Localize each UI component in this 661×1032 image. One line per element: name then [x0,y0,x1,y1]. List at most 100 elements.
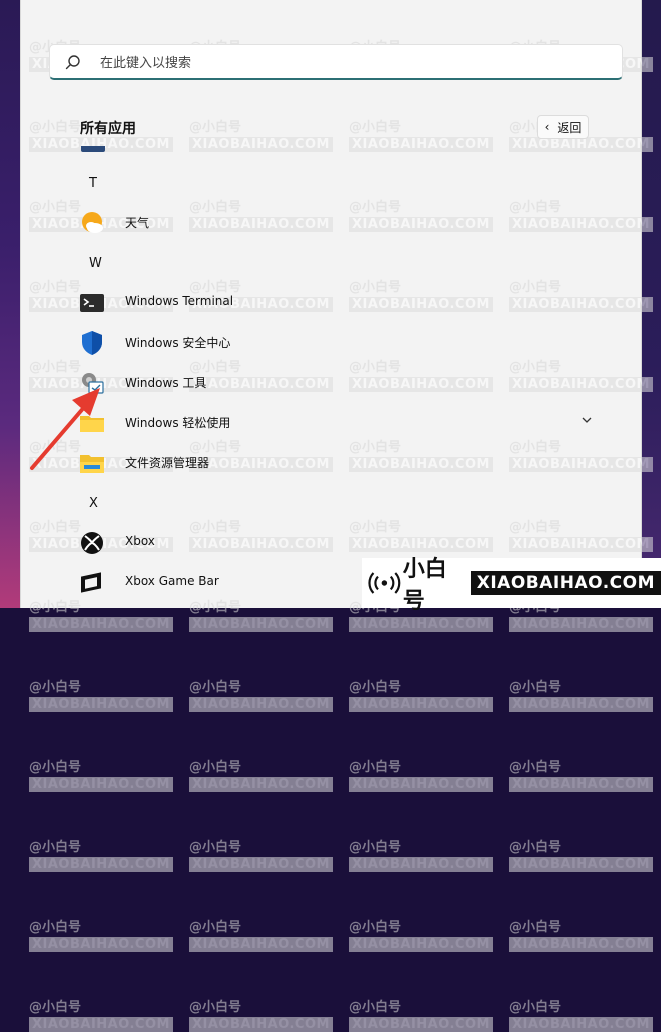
xbox-icon [81,532,103,554]
watermark-line1: @小白号 [509,920,562,935]
watermark-line1: @小白号 [29,920,82,935]
app-label: Windows 轻松使用 [125,416,231,430]
watermark-line2: XIAOBAIHAO.COM [29,777,173,792]
app-label: Xbox Game Bar [125,574,219,588]
partial-app-icon [81,146,105,152]
watermark-line1: @小白号 [349,120,402,135]
watermark-line2: XIAOBAIHAO.COM [189,1017,333,1032]
shield-icon [82,331,102,355]
app-weather[interactable]: 天气 [21,204,641,240]
group-letter-w[interactable]: W [89,256,102,271]
start-menu-panel: @小白号 XIAOBAIHAO.COM @小白号 XIAOBAIHAO.COM @小白号… [20,0,653,1032]
watermark-tile: @小白号 XIAOBAIHAO.COM [349,996,493,1032]
search-input[interactable] [98,51,602,75]
watermark-tile: @小白号 XIAOBAIHAO.COM [189,996,333,1032]
watermark-tile: @小白号 XIAOBAIHAO.COM [509,836,653,872]
chevron-down-icon[interactable] [577,410,597,430]
watermark-line2: XIAOBAIHAO.COM [509,857,653,872]
watermark-tile: @小白号 XIAOBAIHAO.COM [29,836,173,872]
watermark-tile: @小白号 XIAOBAIHAO.COM [349,676,493,712]
watermark-tile: @小白号 XIAOBAIHAO.COM [349,916,493,952]
watermark-line1: @小白号 [29,760,82,775]
group-letter-t[interactable]: T [89,176,97,191]
back-button-label: 返回 [557,120,582,135]
watermark-line2: XIAOBAIHAO.COM [29,1017,173,1032]
watermark-line1: @小白号 [509,840,562,855]
app-label: 天气 [125,216,150,230]
watermark-line1: @小白号 [349,680,402,695]
watermark-tile: @小白号 XIAOBAIHAO.COM [189,756,333,792]
watermark-line1: @小白号 [189,120,242,135]
watermark-line2: XIAOBAIHAO.COM [189,697,333,712]
watermark-line2: XIAOBAIHAO.COM [349,937,493,952]
group-letter-x[interactable]: X [89,496,98,511]
watermark-line2: XIAOBAIHAO.COM [349,777,493,792]
watermark-line1: @小白号 [509,680,562,695]
watermark-line2: XIAOBAIHAO.COM [349,857,493,872]
app-windows-terminal[interactable]: Windows Terminal [21,284,641,320]
app-label: Windows 安全中心 [125,336,231,350]
annotation-arrow [30,388,100,470]
brand-watermark: 小白号 XIAOBAIHAO.COM [362,557,661,614]
watermark-line1: @小白号 [189,1000,242,1015]
watermark-tile: @小白号 XIAOBAIHAO.COM [349,756,493,792]
brand-cn: 小白号 [402,557,447,614]
watermark-line2: XIAOBAIHAO.COM [29,617,173,632]
watermark-line1: @小白号 [29,840,82,855]
watermark-tile: @小白号 XIAOBAIHAO.COM [509,996,653,1032]
watermark-line2: XIAOBAIHAO.COM [29,697,173,712]
watermark-line2: XIAOBAIHAO.COM [349,697,493,712]
search-icon [65,55,80,70]
watermark-line2: XIAOBAIHAO.COM [509,617,653,632]
xbox-game-bar-icon [81,572,101,593]
watermark-line2: XIAOBAIHAO.COM [29,857,173,872]
watermark-line2: XIAOBAIHAO.COM [189,617,333,632]
weather-icon [82,212,103,233]
watermark-line1: @小白号 [29,1000,82,1015]
watermark-line2: XIAOBAIHAO.COM [29,937,173,952]
watermark-line2: XIAOBAIHAO.COM [509,777,653,792]
watermark-line2: XIAOBAIHAO.COM [509,697,653,712]
watermark-line1: @小白号 [189,840,242,855]
watermark-line2: XIAOBAIHAO.COM [189,777,333,792]
watermark-tile: @小白号 XIAOBAIHAO.COM [189,836,333,872]
watermark-line1: @小白号 [509,760,562,775]
broadcast-icon [368,572,401,594]
app-label: 文件资源管理器 [125,456,210,470]
brand-en: XIAOBAIHAO.COM [470,571,661,595]
back-button[interactable]: ‹ 返回 [537,115,589,139]
all-apps-title: 所有应用 [80,121,136,137]
watermark-tile: @小白号 XIAOBAIHAO.COM [29,996,173,1032]
watermark-tile: @小白号 XIAOBAIHAO.COM [509,916,653,952]
chevron-left-icon: ‹ [544,120,550,134]
watermark-line1: @小白号 [189,760,242,775]
watermark-tile: @小白号 XIAOBAIHAO.COM [509,756,653,792]
watermark-line1: @小白号 [349,1000,402,1015]
watermark-tile: @小白号 XIAOBAIHAO.COM [29,756,173,792]
watermark-tile: @小白号 XIAOBAIHAO.COM [349,836,493,872]
watermark-line1: @小白号 [349,760,402,775]
watermark-line1: @小白号 [29,680,82,695]
search-box[interactable] [49,44,623,80]
watermark-line1: @小白号 [349,840,402,855]
terminal-icon [80,294,104,312]
app-label: Xbox [125,534,155,548]
app-xbox[interactable]: Xbox [21,524,641,560]
watermark-line2: XIAOBAIHAO.COM [189,937,333,952]
watermark-tile: @小白号 XIAOBAIHAO.COM [189,676,333,712]
watermark-line2: XIAOBAIHAO.COM [509,1017,653,1032]
watermark-line1: @小白号 [189,920,242,935]
watermark-tile: @小白号 XIAOBAIHAO.COM [29,676,173,712]
app-label: Windows Terminal [125,294,234,308]
app-windows-security[interactable]: Windows 安全中心 [21,324,641,360]
watermark-line1: @小白号 [189,680,242,695]
watermark-tile: @小白号 XIAOBAIHAO.COM [509,676,653,712]
watermark-line2: XIAOBAIHAO.COM [189,857,333,872]
watermark-tile: @小白号 XIAOBAIHAO.COM [189,916,333,952]
watermark-tile: @小白号 XIAOBAIHAO.COM [29,916,173,952]
watermark-line1: @小白号 [509,1000,562,1015]
watermark-line2: XIAOBAIHAO.COM [509,937,653,952]
watermark-line1: @小白号 [349,920,402,935]
app-label: Windows 工具 [125,376,207,390]
watermark-line2: XIAOBAIHAO.COM [349,1017,493,1032]
